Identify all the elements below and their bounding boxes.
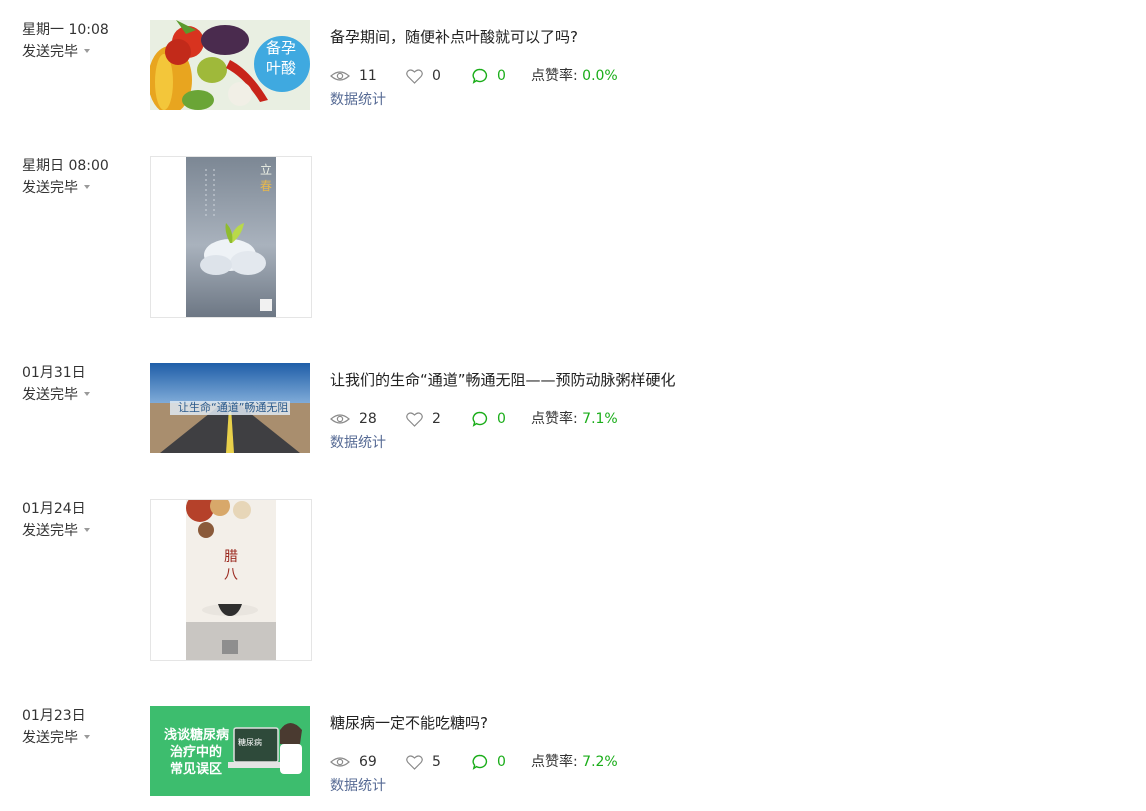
data-stats-link[interactable]: 数据统计: [330, 90, 386, 110]
heart-icon: [406, 411, 423, 427]
caret-down-icon: [84, 392, 90, 396]
article-title[interactable]: 糖尿病一定不能吃糖吗?: [330, 712, 488, 734]
eye-icon: [330, 757, 350, 767]
likes-count: 5: [432, 754, 441, 770]
send-meta: 星期一 10:08 发送完毕: [22, 20, 132, 62]
poster-caption: 春: [260, 179, 273, 193]
send-status-dropdown[interactable]: 发送完毕: [22, 521, 132, 541]
data-stats-link[interactable]: 数据统计: [330, 776, 386, 796]
comments-stat[interactable]: 0: [472, 66, 506, 86]
send-status-dropdown[interactable]: 发送完毕: [22, 42, 132, 62]
send-status-label: 发送完毕: [22, 180, 78, 196]
caret-down-icon: [84, 185, 90, 189]
send-time: 01月31日: [22, 365, 86, 381]
thumbnail-caption: 治疗中的: [170, 745, 223, 760]
send-status-label: 发送完毕: [22, 387, 78, 403]
like-rate: 点赞率: 7.2%: [531, 752, 618, 772]
send-status-dropdown[interactable]: 发送完毕: [22, 178, 132, 198]
views-stat: 11: [330, 66, 377, 86]
thumbnail-caption: 备孕: [266, 39, 297, 57]
send-meta: 01月31日 发送完毕: [22, 363, 132, 405]
poster-caption: 立: [260, 163, 273, 177]
like-rate-value: 7.1%: [582, 411, 618, 427]
views-stat: 69: [330, 752, 377, 772]
comments-count: 0: [497, 754, 506, 770]
thumbnail-caption: 叶酸: [266, 59, 297, 77]
comments-count: 0: [497, 68, 506, 84]
send-status-dropdown[interactable]: 发送完毕: [22, 385, 132, 405]
like-rate: 点赞率: 0.0%: [531, 66, 618, 86]
article-thumbnail[interactable]: 立 春: [150, 156, 312, 318]
like-rate-label: 点赞率:: [531, 411, 578, 427]
eye-icon: [330, 414, 350, 424]
like-rate-label: 点赞率:: [531, 754, 578, 770]
send-status-label: 发送完毕: [22, 523, 78, 539]
article-thumbnail[interactable]: 浅谈糖尿病 治疗中的 常见误区 糖尿病: [150, 706, 310, 796]
comments-stat[interactable]: 0: [472, 752, 506, 772]
comments-stat[interactable]: 0: [472, 409, 506, 429]
thumbnail-caption: 常见误区: [170, 762, 223, 777]
send-meta: 01月24日 发送完毕: [22, 499, 132, 541]
caret-down-icon: [84, 735, 90, 739]
article-thumbnail[interactable]: 让生命“通道”畅通无阻: [150, 363, 310, 453]
article-thumbnail[interactable]: 备孕 叶酸: [150, 20, 310, 110]
send-status-label: 发送完毕: [22, 44, 78, 60]
poster-caption: 腊: [224, 549, 238, 565]
heart-icon: [406, 68, 423, 84]
send-time: 星期一 10:08: [22, 22, 109, 38]
send-time: 01月23日: [22, 708, 86, 724]
article-list: 星期一 10:08 发送完毕 备孕 叶酸 备孕期间，随便补点叶酸就可以了吗? 1…: [0, 0, 1146, 811]
thumbnail-caption: 糖尿病: [238, 738, 262, 747]
likes-stat: 0: [406, 66, 441, 86]
eye-icon: [330, 71, 350, 81]
send-status-label: 发送完毕: [22, 730, 78, 746]
send-status-dropdown[interactable]: 发送完毕: [22, 728, 132, 748]
like-rate-label: 点赞率:: [531, 68, 578, 84]
like-rate-value: 0.0%: [582, 68, 618, 84]
data-stats-link[interactable]: 数据统计: [330, 433, 386, 453]
caret-down-icon: [84, 49, 90, 53]
views-count: 11: [359, 68, 377, 84]
send-time: 星期日 08:00: [22, 158, 109, 174]
likes-stat: 2: [406, 409, 441, 429]
views-stat: 28: [330, 409, 377, 429]
thumbnail-caption: 让生命“通道”畅通无阻: [178, 401, 289, 414]
poster-image: 腊 八: [186, 500, 276, 660]
article-thumbnail[interactable]: 腊 八: [150, 499, 312, 661]
views-count: 28: [359, 411, 377, 427]
likes-count: 0: [432, 68, 441, 84]
views-count: 69: [359, 754, 377, 770]
send-meta: 星期日 08:00 发送完毕: [22, 156, 132, 198]
comment-bubble-icon: [472, 411, 488, 427]
like-rate: 点赞率: 7.1%: [531, 409, 618, 429]
heart-icon: [406, 754, 423, 770]
poster-caption: 八: [224, 567, 238, 583]
comment-bubble-icon: [472, 754, 488, 770]
like-rate-value: 7.2%: [582, 754, 618, 770]
comment-bubble-icon: [472, 68, 488, 84]
send-time: 01月24日: [22, 501, 86, 517]
caret-down-icon: [84, 528, 90, 532]
comments-count: 0: [497, 411, 506, 427]
article-title[interactable]: 让我们的生命“通道”畅通无阻——预防动脉粥样硬化: [330, 369, 676, 391]
poster-image: 立 春: [186, 157, 276, 317]
thumbnail-caption: 浅谈糖尿病: [164, 728, 230, 743]
likes-count: 2: [432, 411, 441, 427]
article-title[interactable]: 备孕期间，随便补点叶酸就可以了吗?: [330, 26, 578, 48]
likes-stat: 5: [406, 752, 441, 772]
send-meta: 01月23日 发送完毕: [22, 706, 132, 748]
